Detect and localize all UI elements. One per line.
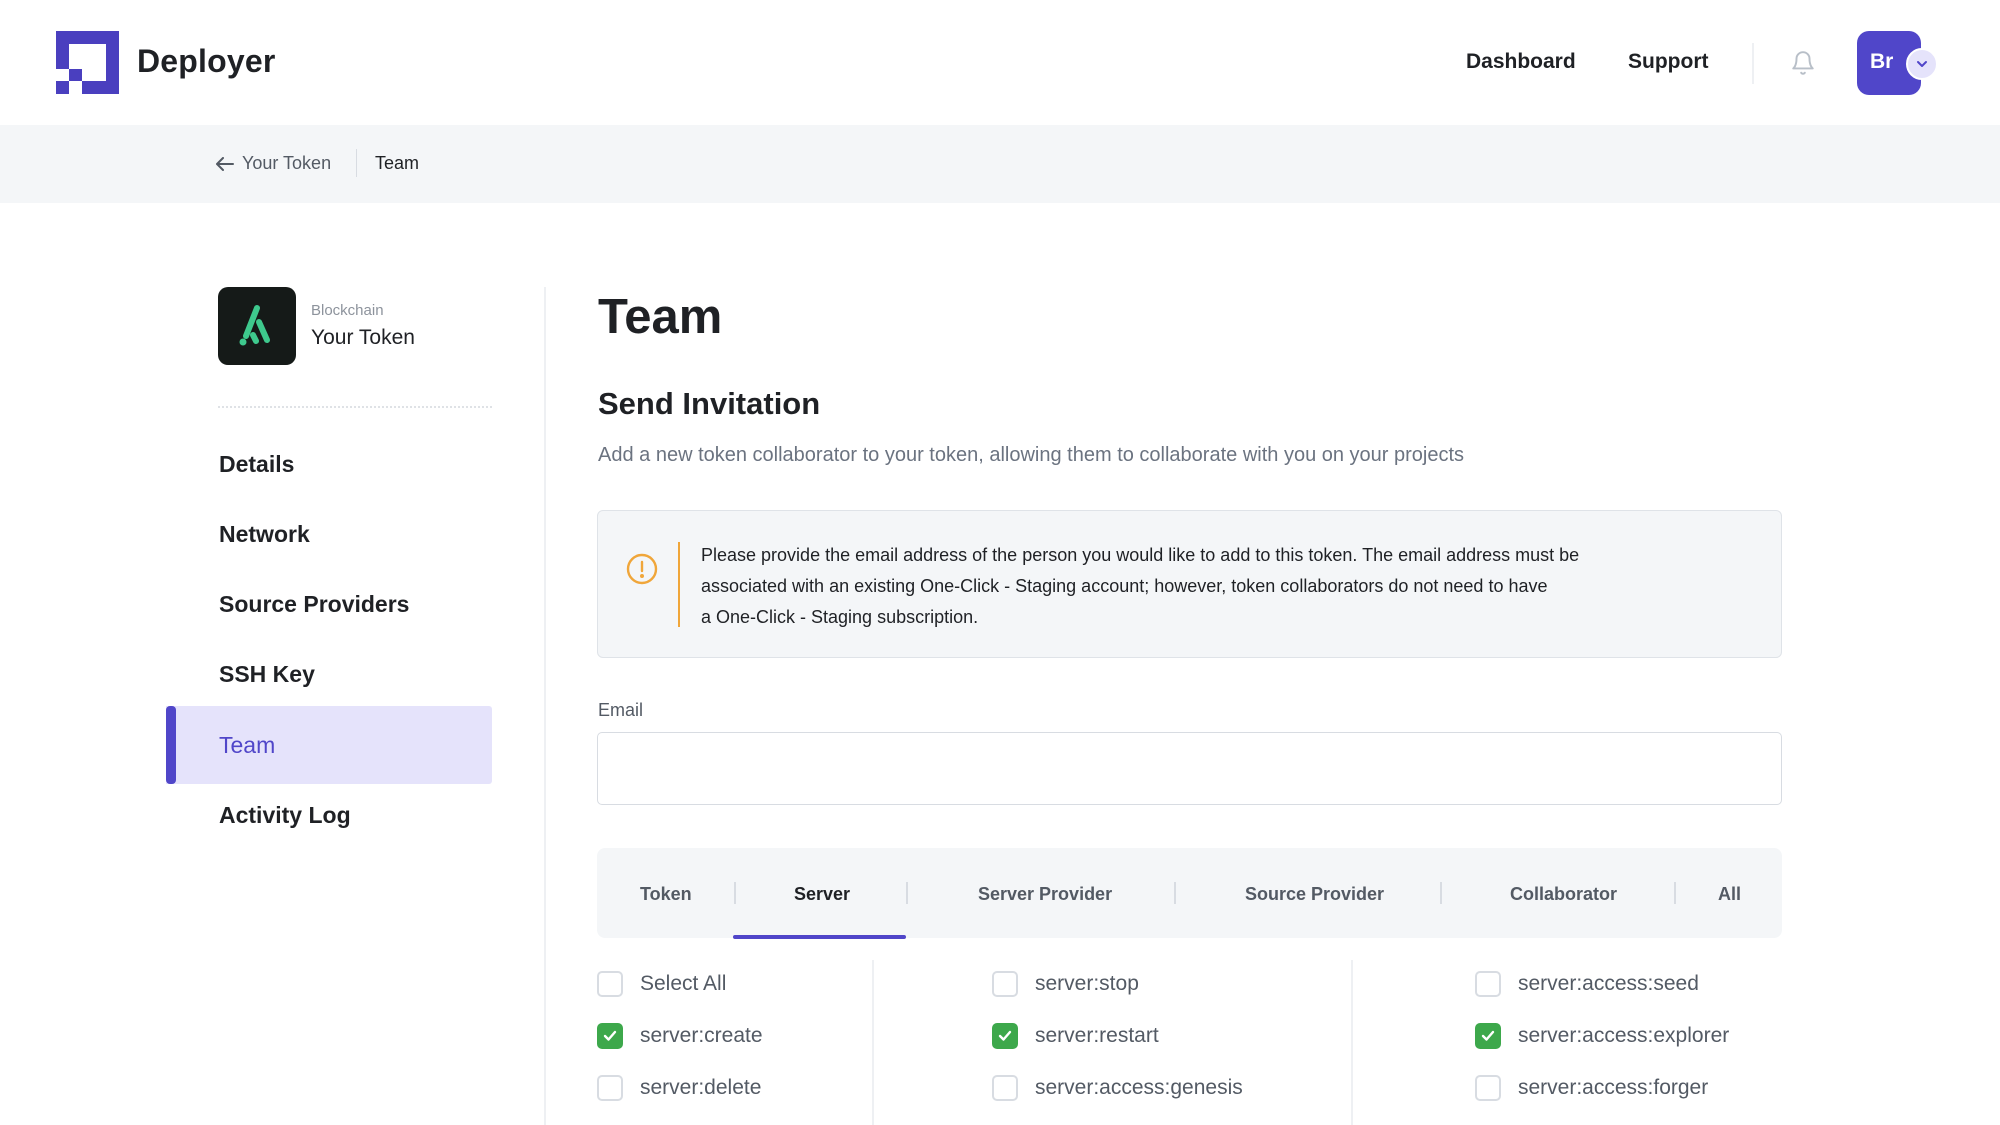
sidebar-active-indicator [166,706,176,784]
tab-all[interactable]: All [1718,884,1741,905]
email-label: Email [598,700,644,720]
checkbox-server-access-genesis[interactable] [992,1075,1018,1101]
permission-label[interactable]: server:restart [1035,1024,1159,1048]
breadcrumb-separator [356,149,357,177]
permission-label[interactable]: server:create [640,1024,763,1048]
email-input[interactable] [597,732,1782,805]
arrow-left-icon [216,157,234,171]
checkbox-server-create[interactable] [597,1023,623,1049]
tab-separator [1674,882,1676,904]
project-category: Blockchain [311,302,384,319]
tab-server-provider[interactable]: Server Provider [978,884,1112,905]
blockchain-logo-icon [239,305,270,346]
column-divider [872,960,874,1125]
breadcrumb-back-label: Your Token [242,153,332,173]
tab-separator [1440,882,1442,904]
tab-collaborator[interactable]: Collaborator [1510,884,1617,905]
brand-name: Deployer [137,43,276,79]
column-divider [1351,960,1353,1125]
checkbox-server-restart[interactable] [992,1023,1018,1049]
permission-label[interactable]: server:stop [1035,972,1139,996]
account-menu-toggle[interactable] [1906,48,1938,80]
section-description: Add a new token collaborator to your tok… [598,444,1465,466]
check-icon [603,1030,617,1041]
alert-text: Please provide the email address of the … [701,545,1580,627]
nav-dashboard-link[interactable]: Dashboard [1466,50,1576,74]
checkbox-server-access-seed[interactable] [1475,971,1501,997]
sidebar-item-details[interactable]: Details [219,451,294,478]
tab-source-provider[interactable]: Source Provider [1245,884,1384,905]
breadcrumb-current: Team [375,153,420,173]
project-icon [218,287,296,365]
permission-label[interactable]: server:access:explorer [1518,1024,1729,1048]
permission-label[interactable]: server:access:genesis [1035,1076,1243,1100]
alert-accent-bar [678,542,680,627]
tab-token[interactable]: Token [640,884,692,905]
avatar-initials: Br [1870,50,1894,73]
warning-icon [626,553,658,585]
checkbox-server-access-explorer[interactable] [1475,1023,1501,1049]
permission-label[interactable]: server:access:seed [1518,972,1699,996]
checkbox-server-access-forger[interactable] [1475,1075,1501,1101]
sidebar-item-activity-log[interactable]: Activity Log [219,802,351,829]
project-name: Your Token [311,326,415,349]
section-title: Send Invitation [598,386,821,421]
sidebar-item-network[interactable]: Network [219,521,310,548]
check-icon [1481,1030,1495,1041]
bell-icon[interactable] [1790,50,1816,76]
sidebar-item-ssh-key[interactable]: SSH Key [219,661,315,688]
tab-separator [906,882,908,904]
sidebar-divider [218,406,492,408]
nav-support-link[interactable]: Support [1628,50,1708,74]
checkbox-select-all[interactable] [597,971,623,997]
deployer-logo[interactable] [56,31,119,94]
tab-separator [734,882,736,904]
checkbox-server-stop[interactable] [992,971,1018,997]
tab-server[interactable]: Server [794,884,850,905]
chevron-down-icon [1917,61,1927,67]
permission-label[interactable]: server:delete [640,1076,761,1100]
sidebar-vertical-divider [544,287,546,1125]
permission-label[interactable]: server:access:forger [1518,1076,1708,1100]
sidebar-active-highlight [166,706,492,784]
tab-separator [1174,882,1176,904]
check-icon [998,1030,1012,1041]
page-title: Team [598,290,723,344]
breadcrumb-back-link[interactable]: Your Token [216,153,331,174]
header-divider [1752,43,1754,84]
active-tab-indicator [733,935,906,939]
permission-label[interactable]: Select All [640,972,726,996]
sidebar-item-team[interactable]: Team [219,732,275,759]
checkbox-server-delete[interactable] [597,1075,623,1101]
sidebar-item-source-providers[interactable]: Source Providers [219,591,409,618]
